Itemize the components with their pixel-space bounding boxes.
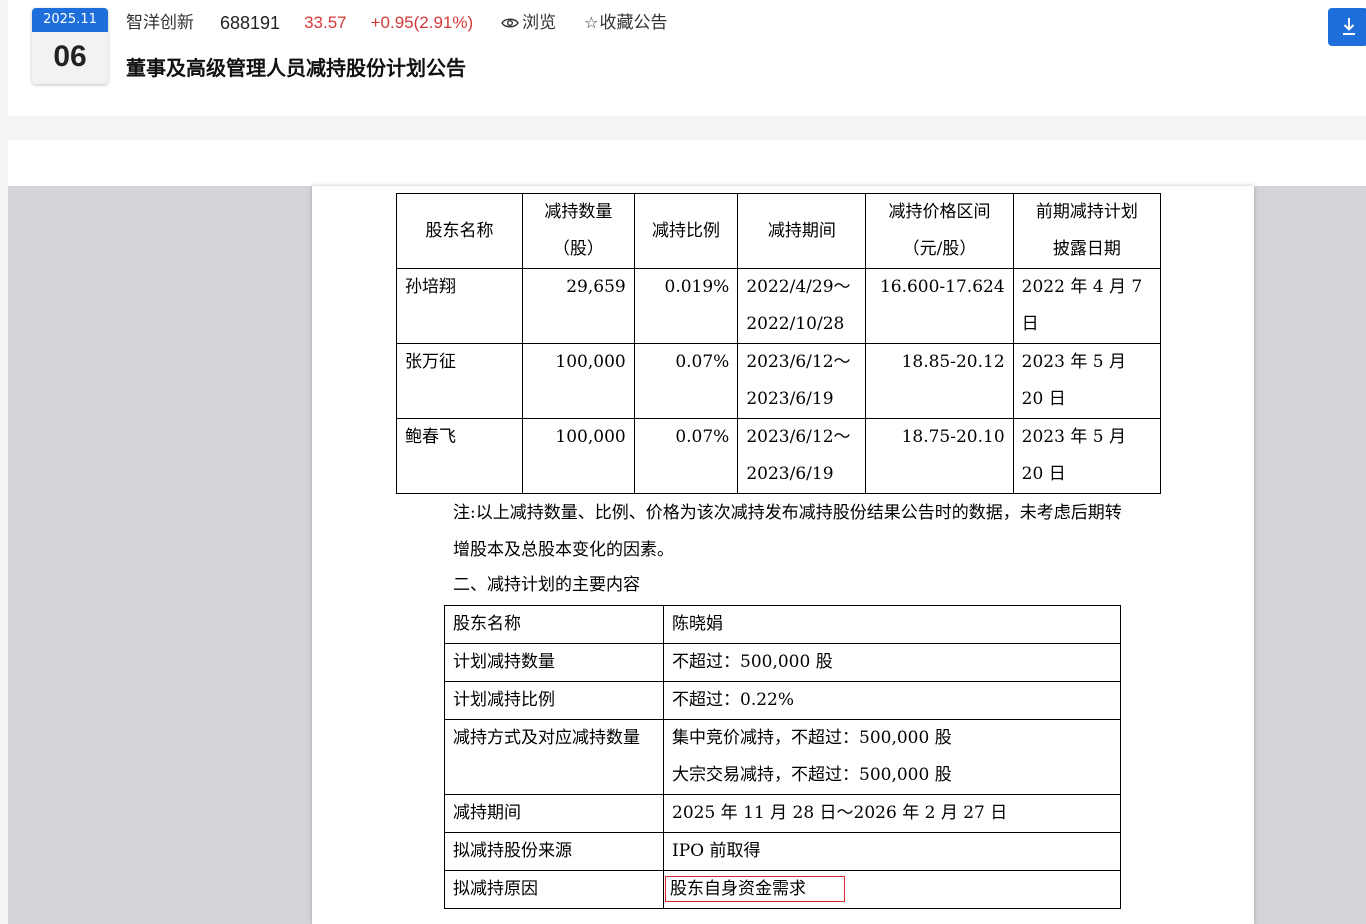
- table-row: 鲍春飞 100,000 0.07% 2023/6/12～2023/6/19 18…: [396, 418, 1162, 494]
- plan-value: 2025 年 11 月 28 日～2026 年 2 月 27 日: [663, 794, 1121, 833]
- table-row: 拟减持原因 股东自身资金需求: [444, 870, 1121, 909]
- header-cell: 减持比例: [633, 193, 739, 269]
- plan-key: 拟减持股份来源: [444, 832, 664, 871]
- plan-value: 不超过：500,000 股: [663, 643, 1121, 682]
- download-button[interactable]: [1328, 8, 1366, 46]
- pdf-page: 股东名称 减持数量 （股） 减持比例 减持期间 减持价格区间 （元/股） 前期减持计…: [312, 186, 1254, 924]
- header-cell: 前期减持计划 披露日期: [1012, 193, 1162, 269]
- table-cell: 2023/6/12～2023/6/19: [737, 418, 867, 494]
- table-cell: 100,000: [521, 418, 635, 494]
- plan-value: 陈晓娟: [663, 605, 1121, 644]
- plan-key: 计划减持数量: [444, 643, 664, 682]
- section-heading: 二、减持计划的主要内容: [453, 575, 640, 595]
- date-badge: 2025.11 06: [32, 8, 108, 84]
- prior-reduction-table: 股东名称 减持数量 （股） 减持比例 减持期间 减持价格区间 （元/股） 前期减持计…: [396, 193, 1162, 494]
- stock-price: 33.57: [304, 13, 347, 32]
- reduction-plan-table: 股东名称 陈晓娟 计划减持数量 不超过：500,000 股 计划减持比例 不超过…: [444, 605, 1121, 909]
- table-cell: 孙培翔: [396, 268, 523, 344]
- table-cell: 2023 年 5 月 20 日: [1012, 418, 1162, 494]
- table-cell: 2023/6/12～2023/6/19: [737, 343, 867, 419]
- browse-label: 浏览: [522, 13, 557, 33]
- plan-value-line: 集中竞价减持，不超过：500,000 股: [672, 728, 952, 748]
- stock-info-row: 智洋创新 688191 33.57 +0.95(2.91%) 浏览 ☆ 收藏公告: [126, 10, 668, 36]
- table-row: 计划减持比例 不超过：0.22%: [444, 681, 1121, 720]
- table-cell: 16.600-17.624: [865, 268, 1014, 344]
- table-cell: 鲍春飞: [396, 418, 523, 494]
- stock-change: +0.95(2.91%): [370, 13, 474, 32]
- table-note: 注:以上减持数量、比例、价格为该次减持发布减持股份结果公告时的数据，未考虑后期转…: [453, 503, 1122, 560]
- plan-value: 不超过：0.22%: [663, 681, 1121, 720]
- plan-key: 计划减持比例: [444, 681, 664, 720]
- favorite-link[interactable]: ☆ 收藏公告: [584, 10, 667, 36]
- plan-key: 股东名称: [444, 605, 664, 644]
- table-row: 计划减持数量 不超过：500,000 股: [444, 643, 1121, 682]
- plan-key: 减持方式及对应减持数量: [444, 719, 664, 795]
- eye-icon: [501, 18, 519, 28]
- plan-value: IPO 前取得: [663, 832, 1121, 871]
- plan-value: 集中竞价减持，不超过：500,000 股 大宗交易减持，不超过：500,000 …: [663, 719, 1121, 795]
- table-row: 孙培翔 29,659 0.019% 2022/4/29～2022/10/28 1…: [396, 268, 1162, 344]
- browse-link[interactable]: 浏览: [501, 10, 556, 36]
- table-row: 减持方式及对应减持数量 集中竞价减持，不超过：500,000 股 大宗交易减持，…: [444, 719, 1121, 795]
- date-year-month: 2025.11: [32, 8, 108, 32]
- stock-code[interactable]: 688191: [220, 10, 280, 36]
- table-row: 张万征 100,000 0.07% 2023/6/12～2023/6/19 18…: [396, 343, 1162, 419]
- download-icon: [1343, 18, 1355, 35]
- table-cell: 2023 年 5 月 20 日: [1012, 343, 1162, 419]
- star-icon: ☆: [584, 13, 599, 32]
- table-cell: 0.07%: [633, 418, 739, 494]
- table-header-row: 股东名称 减持数量 （股） 减持比例 减持期间 减持价格区间 （元/股） 前期减持计…: [396, 193, 1162, 269]
- table-row: 拟减持股份来源 IPO 前取得: [444, 832, 1121, 871]
- stock-name[interactable]: 智洋创新: [126, 10, 194, 36]
- plan-value: 股东自身资金需求: [663, 870, 1121, 909]
- table-cell: 29,659: [521, 268, 635, 344]
- header-cell: 减持数量 （股）: [521, 193, 635, 269]
- announcement-title: 董事及高级管理人员减持股份计划公告: [126, 56, 466, 80]
- table-cell: 2022/4/29～2022/10/28: [737, 268, 867, 344]
- table-cell: 18.75-20.10: [865, 418, 1014, 494]
- plan-value-line: 大宗交易减持，不超过：500,000 股: [672, 765, 952, 785]
- table-cell: 0.07%: [633, 343, 739, 419]
- announcement-header: 2025.11 06 智洋创新 688191 33.57 +0.95(2.91%…: [8, 0, 1366, 116]
- table-cell: 2022 年 4 月 7 日: [1012, 268, 1162, 344]
- favorite-label: 收藏公告: [599, 13, 668, 33]
- plan-key: 拟减持原因: [444, 870, 664, 909]
- header-cell: 股东名称: [396, 193, 523, 269]
- table-cell: 张万征: [396, 343, 523, 419]
- table-cell: 0.019%: [633, 268, 739, 344]
- header-cell: 减持价格区间 （元/股）: [865, 193, 1014, 269]
- header-cell: 减持期间: [737, 193, 867, 269]
- table-cell: 100,000: [521, 343, 635, 419]
- table-row: 股东名称 陈晓娟: [444, 605, 1121, 644]
- plan-key: 减持期间: [444, 794, 664, 833]
- date-day: 06: [53, 40, 87, 73]
- highlighted-reason: 股东自身资金需求: [665, 876, 845, 902]
- table-cell: 18.85-20.12: [865, 343, 1014, 419]
- table-row: 减持期间 2025 年 11 月 28 日～2026 年 2 月 27 日: [444, 794, 1121, 833]
